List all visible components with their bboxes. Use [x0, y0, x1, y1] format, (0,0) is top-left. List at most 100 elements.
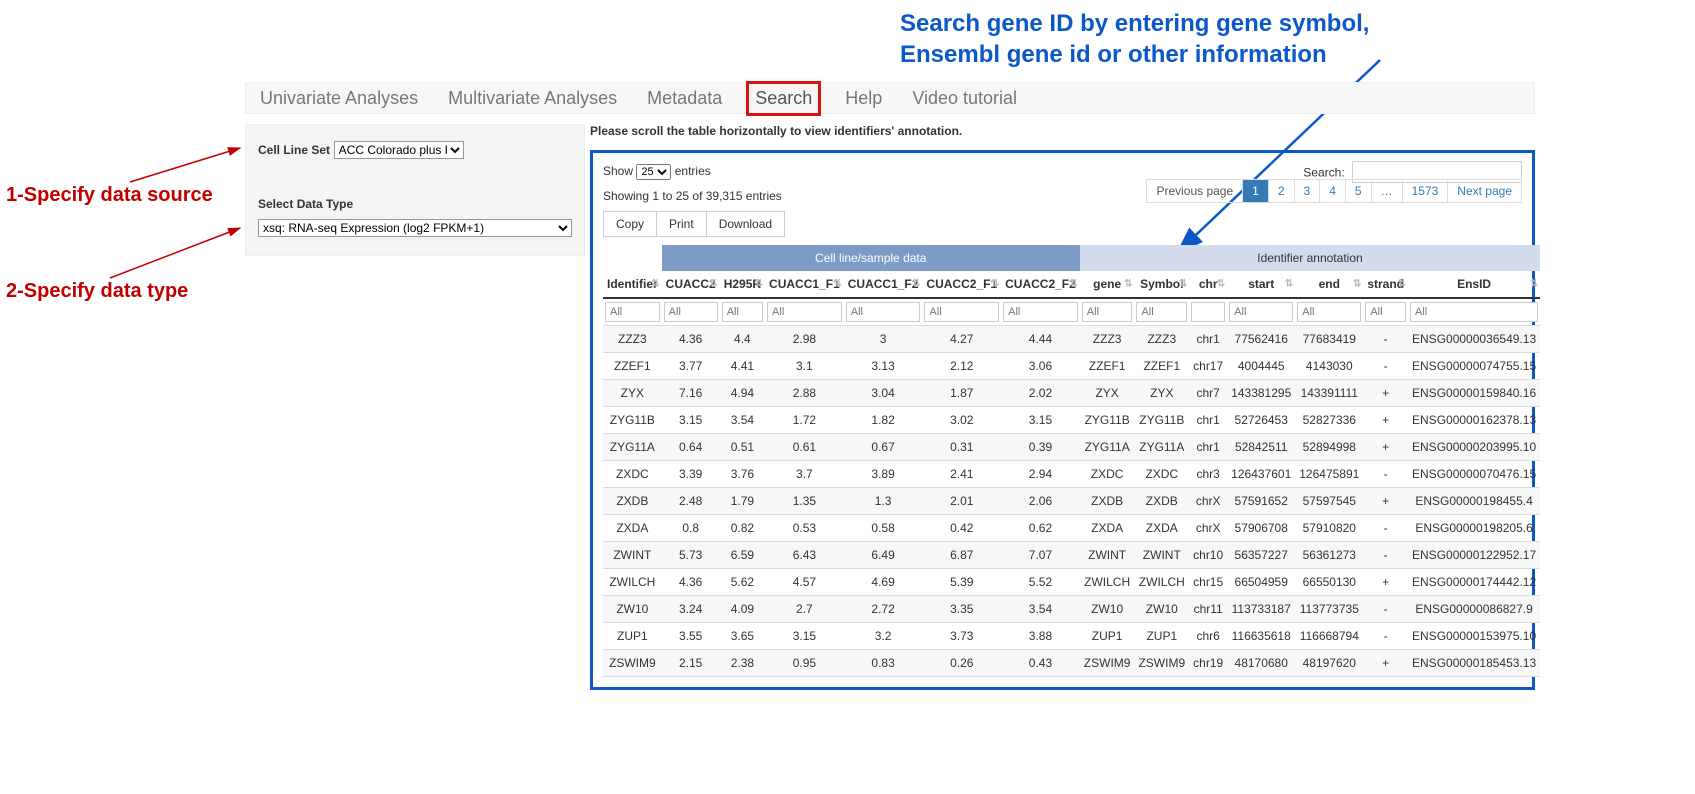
annotation-search-hint: Search gene ID by entering gene symbol, … [900, 8, 1460, 70]
pager-prev[interactable]: Previous page [1147, 180, 1243, 202]
cell: 52842511 [1227, 434, 1295, 461]
cell: 77683419 [1295, 326, 1363, 353]
cell: 48197620 [1295, 650, 1363, 677]
nav-help[interactable]: Help [839, 84, 888, 113]
cell: ENSG00000122952.17 [1408, 542, 1540, 569]
nav-search[interactable]: Search [746, 81, 821, 116]
cell: 3.76 [720, 461, 765, 488]
cell: ZYG11B [1080, 407, 1135, 434]
table-row: ZYG11B3.153.541.721.823.023.15ZYG11BZYG1… [603, 407, 1540, 434]
cell: ENSG00000153975.10 [1408, 623, 1540, 650]
col-CUACC1_F1[interactable]: CUACC1_F1⇅ [765, 271, 844, 298]
cell: - [1363, 461, 1408, 488]
cell: 0.43 [1001, 650, 1080, 677]
col-CUACC2_F2[interactable]: CUACC2_F2⇅ [1001, 271, 1080, 298]
cell: chrX [1189, 515, 1227, 542]
filter-gene[interactable] [1082, 302, 1133, 322]
filter-Identifier[interactable] [605, 302, 660, 322]
filter-Symbol[interactable] [1136, 302, 1187, 322]
cell: ZUP1 [603, 623, 662, 650]
col-start[interactable]: start⇅ [1227, 271, 1295, 298]
nav-multivariate-analyses[interactable]: Multivariate Analyses [442, 84, 623, 113]
nav-metadata[interactable]: Metadata [641, 84, 728, 113]
col-strand[interactable]: strand⇅ [1363, 271, 1408, 298]
col-CUACC2[interactable]: CUACC2⇅ [662, 271, 720, 298]
cell: ENSG00000074755.15 [1408, 353, 1540, 380]
page-size-select[interactable]: 25 [636, 164, 671, 180]
cell: 2.48 [662, 488, 720, 515]
cell-line-set-select[interactable]: ACC Colorado plus PDX [334, 141, 464, 159]
cell: ZWILCH [1134, 569, 1189, 596]
print-button[interactable]: Print [657, 211, 707, 237]
cell: 6.59 [720, 542, 765, 569]
filter-chr[interactable] [1191, 302, 1225, 322]
col-gene[interactable]: gene⇅ [1080, 271, 1135, 298]
cell: 0.42 [922, 515, 1001, 542]
pager-page-…[interactable]: … [1372, 180, 1403, 202]
cell: 3.04 [844, 380, 923, 407]
cell: ZYG11B [1134, 407, 1189, 434]
filter-EnsID[interactable] [1410, 302, 1538, 322]
cell: 5.52 [1001, 569, 1080, 596]
data-type-select[interactable]: xsq: RNA-seq Expression (log2 FPKM+1) [258, 219, 572, 237]
cell: 2.12 [922, 353, 1001, 380]
col-chr[interactable]: chr⇅ [1189, 271, 1227, 298]
filter-start[interactable] [1229, 302, 1293, 322]
filter-CUACC2_F2[interactable] [1003, 302, 1078, 322]
cell: ZYG11A [603, 434, 662, 461]
pager-next[interactable]: Next page [1448, 180, 1521, 202]
cell: - [1363, 515, 1408, 542]
cell: 4.27 [922, 326, 1001, 353]
cell: chr1 [1189, 407, 1227, 434]
col-EnsID[interactable]: EnsID⇅ [1408, 271, 1540, 298]
cell: ENSG00000174442.12 [1408, 569, 1540, 596]
filter-CUACC1_F1[interactable] [767, 302, 842, 322]
cell: 77562416 [1227, 326, 1295, 353]
cell: 4.57 [765, 569, 844, 596]
pager-page-2[interactable]: 2 [1269, 180, 1295, 202]
nav-univariate-analyses[interactable]: Univariate Analyses [254, 84, 424, 113]
cell: + [1363, 380, 1408, 407]
filter-CUACC2[interactable] [664, 302, 718, 322]
table-row: ZYG11A0.640.510.610.670.310.39ZYG11AZYG1… [603, 434, 1540, 461]
cell: ZW10 [1080, 596, 1135, 623]
filter-strand[interactable] [1365, 302, 1406, 322]
col-CUACC2_F1[interactable]: CUACC2_F1⇅ [922, 271, 1001, 298]
filter-CUACC1_F2[interactable] [846, 302, 921, 322]
col-CUACC1_F2[interactable]: CUACC1_F2⇅ [844, 271, 923, 298]
pager-page-4[interactable]: 4 [1320, 180, 1346, 202]
cell: ZYG11B [603, 407, 662, 434]
col-Symbol[interactable]: Symbol⇅ [1134, 271, 1189, 298]
cell: 48170680 [1227, 650, 1295, 677]
pager-page-5[interactable]: 5 [1346, 180, 1372, 202]
pager-page-1[interactable]: 1 [1243, 180, 1269, 202]
pager-page-3[interactable]: 3 [1295, 180, 1321, 202]
cell: 2.38 [720, 650, 765, 677]
copy-button[interactable]: Copy [603, 211, 657, 237]
cell: ZWINT [1080, 542, 1135, 569]
cell: 3 [844, 326, 923, 353]
cell: chr17 [1189, 353, 1227, 380]
cell: 5.62 [720, 569, 765, 596]
cell: 3.89 [844, 461, 923, 488]
table-row: ZZZ34.364.42.9834.274.44ZZZ3ZZZ3chr17756… [603, 326, 1540, 353]
col-Identifier[interactable]: Identifier⇅ [603, 271, 662, 298]
cell: 56361273 [1295, 542, 1363, 569]
cell: 4.09 [720, 596, 765, 623]
cell: ZXDB [603, 488, 662, 515]
col-end[interactable]: end⇅ [1295, 271, 1363, 298]
filter-CUACC2_F1[interactable] [924, 302, 999, 322]
col-H295R[interactable]: H295R⇅ [720, 271, 765, 298]
cell: 4.69 [844, 569, 923, 596]
cell: 116635618 [1227, 623, 1295, 650]
pager-page-1573[interactable]: 1573 [1403, 180, 1449, 202]
nav-video-tutorial[interactable]: Video tutorial [906, 84, 1023, 113]
annotation-step2: 2-Specify data type [6, 280, 188, 303]
filter-end[interactable] [1297, 302, 1361, 322]
filter-H295R[interactable] [722, 302, 763, 322]
cell: ZYX [1080, 380, 1135, 407]
cell: 0.64 [662, 434, 720, 461]
download-button[interactable]: Download [707, 211, 785, 237]
cell: 2.02 [1001, 380, 1080, 407]
cell: chr11 [1189, 596, 1227, 623]
